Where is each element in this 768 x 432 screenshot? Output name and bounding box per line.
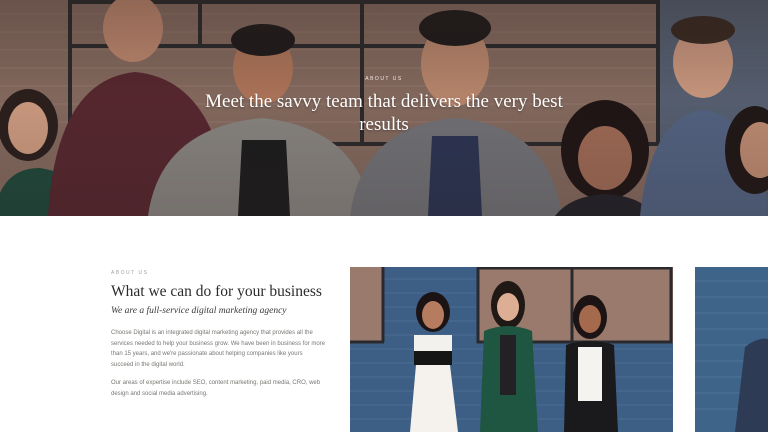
hero-title: Meet the savvy team that delivers the ve… [205, 91, 563, 135]
hero-banner: ABOUT US Meet the savvy team that delive… [0, 0, 768, 216]
women-team-photo [350, 267, 673, 432]
about-paragraph-1: Choose Digital is an integrated digital … [111, 330, 326, 368]
about-paragraph-2: Our areas of expertise include SEO, cont… [111, 380, 321, 397]
hero-kicker: ABOUT US [365, 76, 403, 82]
about-section: ABOUT US What we can do for your busines… [111, 270, 326, 407]
about-kicker: ABOUT US [111, 270, 149, 276]
team-photo-card-2 [695, 267, 768, 432]
about-subheading: We are a full-service digital marketing … [111, 306, 287, 316]
about-heading: What we can do for your business [111, 283, 322, 300]
partial-team-photo [695, 267, 768, 432]
team-photo-card [350, 267, 673, 432]
